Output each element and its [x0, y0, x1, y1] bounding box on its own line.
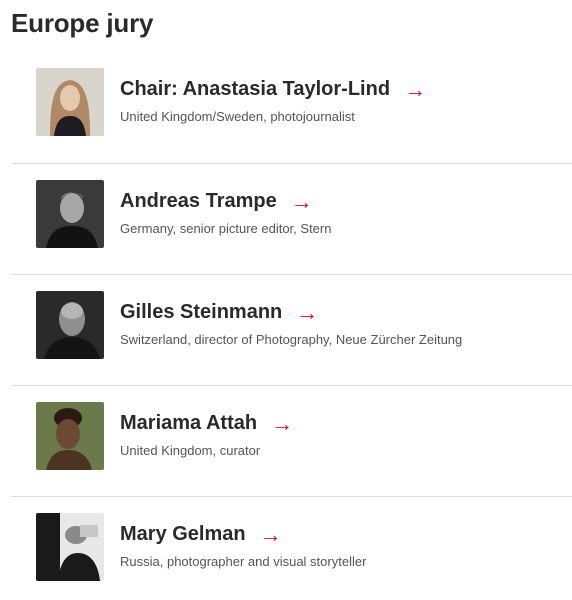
jury-member-description: Switzerland, director of Photography, Ne…	[120, 332, 463, 347]
portrait-image	[36, 513, 104, 581]
avatar[interactable]	[36, 68, 104, 136]
avatar[interactable]	[36, 291, 104, 359]
jury-list: Chair: Anastasia Taylor-Lind → United Ki…	[11, 52, 572, 600]
jury-member-description: United Kingdom, curator	[120, 443, 261, 458]
avatar[interactable]	[36, 402, 104, 470]
arrow-right-icon: →	[404, 76, 427, 102]
jury-member-name: Gilles Steinmann	[120, 301, 283, 323]
arrow-right-icon: →	[259, 521, 282, 547]
jury-member-description: Germany, senior picture editor, Stern	[120, 221, 332, 236]
page-title: Europe jury	[11, 8, 154, 38]
jury-member-link[interactable]: Chair: Anastasia Taylor-Lind →	[120, 78, 426, 101]
jury-member: Andreas Trampe → Germany, senior picture…	[11, 163, 572, 274]
jury-member-name: Andreas Trampe	[120, 190, 277, 212]
jury-member: Chair: Anastasia Taylor-Lind → United Ki…	[11, 52, 572, 163]
jury-member-name: Mariama Attah	[120, 412, 258, 434]
portrait-image	[36, 68, 104, 136]
jury-page: Europe jury Chair: Anastasia Taylor-Lind…	[0, 0, 572, 600]
jury-text: Chair: Anastasia Taylor-Lind → United Ki…	[120, 78, 426, 124]
jury-text: Mary Gelman → Russia, photographer and v…	[120, 523, 366, 569]
avatar[interactable]	[36, 513, 104, 581]
jury-member-link[interactable]: Gilles Steinmann →	[120, 301, 462, 324]
jury-member-link[interactable]: Mariama Attah →	[120, 412, 293, 435]
arrow-right-icon: →	[290, 188, 313, 214]
portrait-image	[36, 291, 104, 359]
portrait-image	[36, 402, 104, 470]
jury-member-description: United Kingdom/Sweden, photojournalist	[120, 109, 355, 124]
jury-member-link[interactable]: Andreas Trampe →	[120, 190, 331, 213]
jury-member-name: Chair: Anastasia Taylor-Lind	[120, 78, 391, 100]
jury-text: Mariama Attah → United Kingdom, curator	[120, 412, 293, 458]
portrait-image	[36, 180, 104, 248]
jury-member: Mariama Attah → United Kingdom, curator	[11, 385, 572, 496]
arrow-right-icon: →	[296, 299, 319, 325]
jury-member-description: Russia, photographer and visual storytel…	[120, 554, 367, 569]
jury-member-name: Mary Gelman	[120, 523, 246, 545]
jury-text: Gilles Steinmann → Switzerland, director…	[120, 301, 462, 347]
arrow-right-icon: →	[271, 410, 294, 436]
jury-member-link[interactable]: Mary Gelman →	[120, 523, 366, 546]
jury-member: Mary Gelman → Russia, photographer and v…	[11, 496, 572, 600]
jury-text: Andreas Trampe → Germany, senior picture…	[120, 190, 331, 236]
jury-member: Gilles Steinmann → Switzerland, director…	[11, 274, 572, 385]
avatar[interactable]	[36, 180, 104, 248]
